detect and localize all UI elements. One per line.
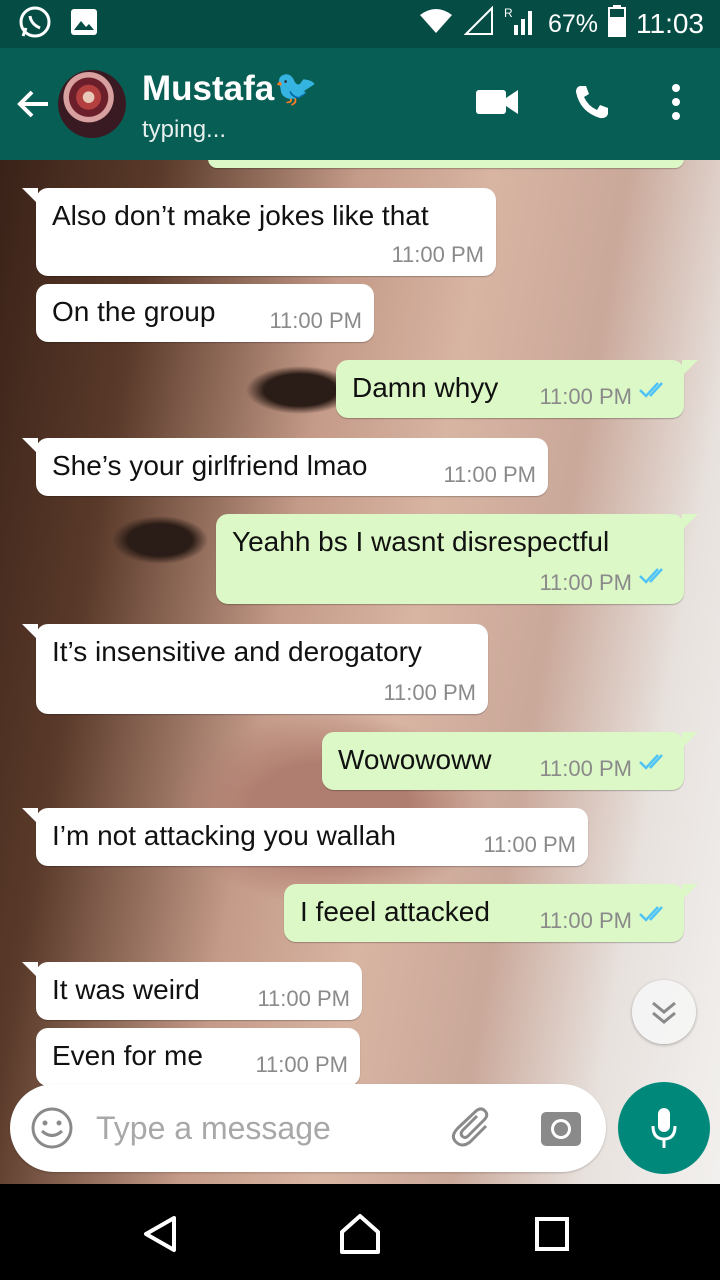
- mic-icon: [650, 1106, 678, 1155]
- whatsapp-icon: [18, 5, 52, 44]
- message-text: I feeel attacked: [300, 896, 490, 927]
- message-text: Yeahh bs I wasnt disrespectful: [232, 526, 610, 557]
- bubble-tail: [682, 884, 698, 900]
- message-time: 11:00 PM: [539, 570, 632, 595]
- battery-percent: 67%: [547, 9, 598, 38]
- back-nav-icon[interactable]: [140, 1214, 180, 1259]
- status-bar: R 67% 11:03: [0, 0, 720, 48]
- message-time: 11:00 PM: [383, 680, 476, 705]
- bubble-tail: [682, 514, 698, 530]
- clock: 11:03: [636, 8, 704, 39]
- contact-name-text: Mustafa: [142, 69, 275, 108]
- message-outgoing[interactable]: Wowowoww 11:00 PM: [322, 732, 698, 790]
- contact-name[interactable]: Mustafa🐦: [142, 68, 318, 109]
- message-incoming[interactable]: Even for me 11:00 PM: [36, 1028, 360, 1086]
- bubble-tail: [22, 438, 38, 454]
- message-time: 11:00 PM: [391, 242, 484, 267]
- message-incoming[interactable]: Also don’t make jokes like that 11:00 PM: [22, 188, 496, 276]
- wifi-icon: [418, 7, 454, 42]
- message-time: 11:00 PM: [483, 832, 576, 857]
- message-time: 11:00 PM: [257, 986, 350, 1011]
- bubble-tail: [22, 808, 38, 824]
- more-options-icon[interactable]: [664, 82, 688, 127]
- message-outgoing[interactable]: Damn whyy 11:00 PM: [336, 360, 698, 418]
- message-incoming[interactable]: She’s your girlfriend lmao 11:00 PM: [22, 438, 548, 496]
- contact-status: typing...: [142, 116, 227, 143]
- navigation-bar: [0, 1184, 720, 1280]
- read-ticks-icon: [638, 374, 670, 406]
- message-text: She’s your girlfriend lmao: [52, 450, 368, 481]
- chat-header: Mustafa🐦 typing...: [0, 48, 720, 160]
- message-text: Even for me: [52, 1040, 203, 1071]
- message-bubble-partial[interactable]: [208, 160, 684, 168]
- attach-icon[interactable]: [450, 1106, 496, 1155]
- bubble-tail: [22, 188, 38, 204]
- message-incoming[interactable]: It’s insensitive and derogatory 11:00 PM: [22, 624, 488, 714]
- recents-nav-icon[interactable]: [534, 1216, 570, 1257]
- read-ticks-icon: [638, 746, 670, 778]
- avatar[interactable]: [58, 70, 126, 138]
- bubble-tail: [22, 624, 38, 640]
- message-incoming[interactable]: I’m not attacking you wallah 11:00 PM: [22, 808, 588, 866]
- message-text: Wowowoww: [338, 744, 492, 775]
- camera-icon[interactable]: [540, 1108, 582, 1153]
- message-time: 11:00 PM: [255, 1052, 348, 1077]
- read-ticks-icon: [638, 560, 670, 592]
- signal-icon: [463, 5, 494, 43]
- video-call-icon[interactable]: [474, 82, 520, 127]
- bubble-tail: [22, 962, 38, 978]
- message-input[interactable]: Type a message: [96, 1110, 331, 1147]
- message-time: 11:00 PM: [539, 384, 632, 409]
- voice-record-button[interactable]: [618, 1082, 710, 1174]
- message-outgoing[interactable]: Yeahh bs I wasnt disrespectful 11:00 PM: [216, 514, 698, 604]
- scroll-to-bottom-button[interactable]: [632, 980, 696, 1044]
- battery-icon: [608, 4, 626, 44]
- message-time: 11:00 PM: [269, 308, 362, 333]
- message-time: 11:00 PM: [539, 756, 632, 781]
- message-text: On the group: [52, 296, 216, 327]
- back-arrow-icon[interactable]: [12, 82, 56, 126]
- gallery-icon: [70, 8, 98, 41]
- voice-call-icon[interactable]: [572, 82, 612, 127]
- emoji-icon[interactable]: [30, 1106, 74, 1155]
- svg-text:R: R: [504, 6, 513, 20]
- message-text: Also don’t make jokes like that: [52, 200, 429, 231]
- roaming-signal-icon: R: [504, 5, 538, 44]
- message-incoming[interactable]: On the group 11:00 PM: [36, 284, 374, 342]
- chat-area[interactable]: Also don’t make jokes like that 11:00 PM…: [0, 160, 720, 1184]
- message-incoming[interactable]: It was weird 11:00 PM: [22, 962, 362, 1020]
- contact-emoji: 🐦: [274, 69, 318, 108]
- message-text: It’s insensitive and derogatory: [52, 636, 422, 667]
- message-text: It was weird: [52, 974, 200, 1005]
- message-text: I’m not attacking you wallah: [52, 820, 396, 851]
- chevron-down-icon: [650, 1000, 678, 1031]
- message-input-box[interactable]: Type a message: [10, 1084, 606, 1172]
- bubble-tail: [682, 732, 698, 748]
- bubble-tail: [682, 360, 698, 376]
- message-text: Damn whyy: [352, 372, 499, 403]
- message-time: 11:00 PM: [539, 908, 632, 933]
- message-time: 11:00 PM: [443, 462, 536, 487]
- message-outgoing[interactable]: I feeel attacked 11:00 PM: [284, 884, 698, 942]
- read-ticks-icon: [638, 898, 670, 930]
- home-nav-icon[interactable]: [338, 1212, 382, 1261]
